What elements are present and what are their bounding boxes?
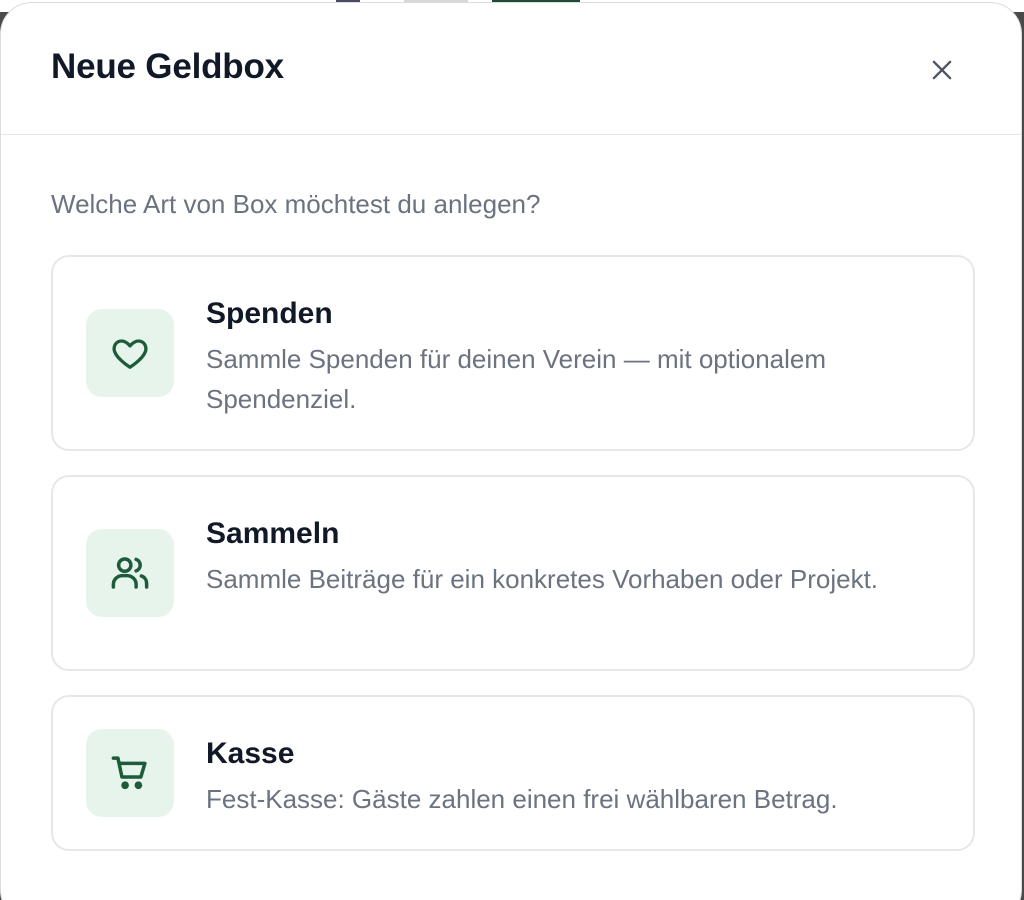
option-card-spenden[interactable]: Spenden Sammle Spenden für deinen Verein… [51, 255, 975, 451]
option-card-kasse[interactable]: Kasse Fest-Kasse: Gäste zahlen einen fre… [51, 695, 975, 851]
new-moneybox-dialog: Neue Geldbox Welche Art von Box möchtest… [0, 2, 1022, 900]
users-icon [111, 557, 149, 589]
icon-tile [86, 309, 174, 397]
option-description: Sammle Beiträge für ein konkretes Vorhab… [206, 564, 879, 594]
option-description: Fest-Kasse: Gäste zahlen einen frei wähl… [206, 784, 838, 814]
option-title: Spenden [206, 297, 333, 330]
close-button[interactable] [919, 47, 965, 93]
option-card-sammeln[interactable]: Sammeln Sammle Beiträge für ein konkrete… [51, 475, 975, 671]
option-description: Sammle Spenden für deinen Verein — mit o… [206, 344, 827, 414]
icon-tile [86, 529, 174, 617]
close-icon [932, 60, 952, 80]
option-title: Sammeln [206, 517, 340, 550]
dialog-title: Neue Geldbox [51, 47, 284, 86]
icon-tile [86, 729, 174, 817]
dialog-header: Neue Geldbox [1, 3, 1021, 135]
dialog-prompt: Welche Art von Box möchtest du anlegen? [51, 189, 541, 219]
heart-icon [112, 339, 148, 369]
option-title: Kasse [206, 737, 295, 770]
shopping-cart-icon [111, 756, 147, 790]
